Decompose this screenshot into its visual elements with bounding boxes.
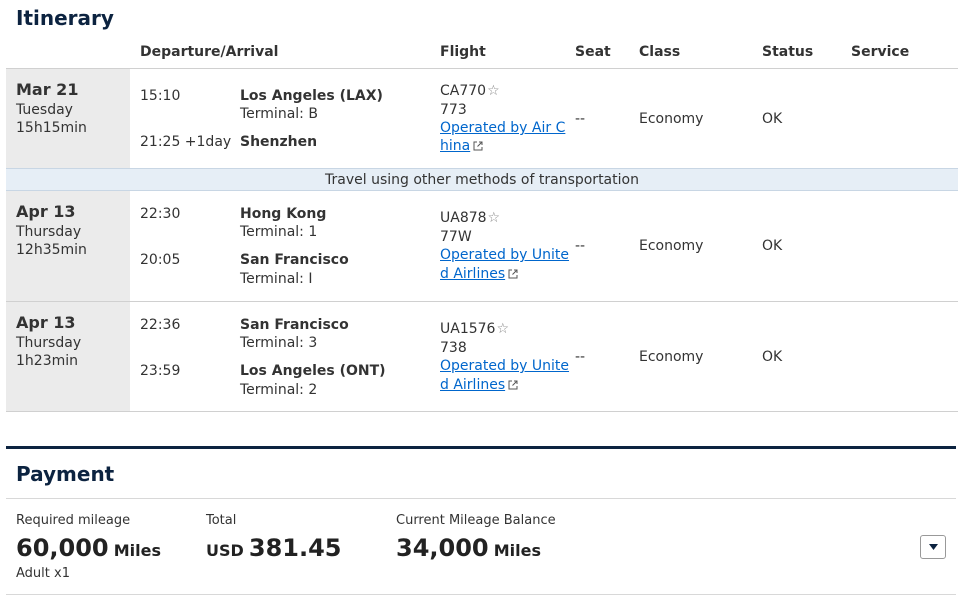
col-flight: Flight [440,44,486,60]
class-value: Economy [639,349,704,365]
arrival-time: 20:05 [140,252,181,268]
itinerary-bottom-divider [6,411,958,412]
payment-title: Payment [16,462,115,486]
flight-segment-row: Apr 13 Thursday 12h35min 22:30 Hong Kong… [6,191,958,301]
flight-number: CA770☆ [440,82,500,100]
class-value: Economy [639,238,704,254]
aircraft-type: 77W [440,229,472,245]
col-seat: Seat [575,44,611,60]
status-value: OK [762,111,783,127]
star-outline-icon[interactable]: ☆ [487,82,500,100]
segment-duration: 1h23min [16,353,78,369]
status-value: OK [762,238,783,254]
operated-by-link[interactable]: Operated by Air C [440,119,565,137]
required-mileage-value: 60,000 Miles [16,534,161,562]
itinerary-title: Itinerary [16,6,114,30]
segment-weekday: Thursday [16,224,82,240]
total-label: Total [206,513,237,528]
arrival-time: 21:25 +1day [140,134,232,150]
departure-airport: Los Angeles (LAX) [240,88,383,104]
departure-time: 15:10 [140,88,181,104]
col-status: Status [762,44,814,60]
flight-segment-row: Mar 21 Tuesday 15h15min 15:10 Los Angele… [6,68,958,168]
chevron-down-icon [929,544,938,550]
payment-divider [6,498,956,499]
operated-by-link-cont[interactable]: d Airlines [440,376,518,394]
star-outline-icon[interactable]: ☆ [496,320,509,338]
departure-airport: San Francisco [240,317,349,333]
external-link-icon [508,380,518,390]
flight-number: UA1576☆ [440,320,510,338]
operated-by-link-cont[interactable]: d Airlines [440,265,518,283]
segment-weekday: Tuesday [16,102,73,118]
transfer-note: Travel using other methods of transporta… [6,168,958,191]
payment-expand-button[interactable] [920,535,946,559]
operated-by-link-cont[interactable]: hina [440,137,483,155]
segment-weekday: Thursday [16,335,82,351]
status-value: OK [762,349,783,365]
departure-airport: Hong Kong [240,206,327,222]
col-departure-arrival: Departure/Arrival [140,44,279,60]
operated-by-link[interactable]: Operated by Unite [440,246,569,264]
departure-time: 22:36 [140,317,181,333]
seat-value: -- [575,238,586,254]
seat-value: -- [575,349,586,365]
passenger-count: Adult x1 [16,566,70,581]
class-value: Economy [639,111,704,127]
external-link-icon [473,141,483,151]
segment-duration: 12h35min [16,242,87,258]
arrival-terminal: Terminal: 2 [240,382,318,398]
operated-by-link[interactable]: Operated by Unite [440,357,569,375]
departure-time: 22:30 [140,206,181,222]
arrival-time: 23:59 [140,363,181,379]
star-outline-icon[interactable]: ☆ [488,209,501,227]
aircraft-type: 773 [440,102,467,118]
flight-number: UA878☆ [440,209,501,227]
arrival-airport: San Francisco [240,252,349,268]
col-class: Class [639,44,681,60]
segment-date: Apr 13 [16,202,76,221]
payment-bottom-divider [6,594,956,595]
seat-value: -- [575,111,586,127]
segment-date: Mar 21 [16,80,79,99]
arrival-airport: Los Angeles (ONT) [240,363,386,379]
segment-date: Apr 13 [16,313,76,332]
departure-terminal: Terminal: 1 [240,224,318,240]
departure-terminal: Terminal: B [240,106,318,122]
col-service: Service [851,44,910,60]
arrival-terminal: Terminal: I [240,271,313,287]
flight-segment-row: Apr 13 Thursday 1h23min 22:36 San Franci… [6,301,958,411]
external-link-icon [508,269,518,279]
arrival-airport: Shenzhen [240,134,318,150]
segment-duration: 15h15min [16,120,87,136]
payment-top-rule [6,446,956,449]
total-value: USD 381.45 [206,534,342,562]
required-mileage-label: Required mileage [16,513,131,528]
mileage-balance-label: Current Mileage Balance [396,513,556,528]
mileage-balance-value: 34,000 Miles [396,534,541,562]
aircraft-type: 738 [440,340,467,356]
departure-terminal: Terminal: 3 [240,335,318,351]
